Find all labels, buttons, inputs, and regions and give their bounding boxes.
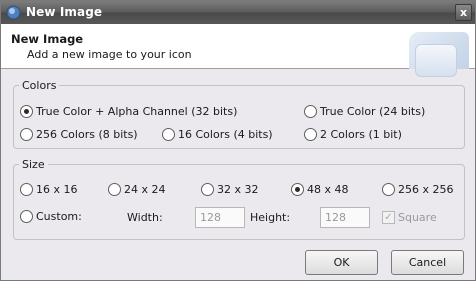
close-button[interactable]: x xyxy=(455,4,472,21)
radio-label: True Color + Alpha Channel (32 bits) xyxy=(36,105,238,118)
radio-size-256[interactable]: 256 x 256 xyxy=(382,183,454,196)
radio-16-colors[interactable]: 16 Colors (4 bits) xyxy=(162,128,273,141)
radio-label: 16 Colors (4 bits) xyxy=(178,128,273,141)
width-input[interactable] xyxy=(195,207,245,228)
radio-button[interactable] xyxy=(20,210,33,223)
radio-button-checked[interactable] xyxy=(291,183,304,196)
radio-size-24[interactable]: 24 x 24 xyxy=(108,183,166,196)
radio-label: Custom: xyxy=(36,210,82,223)
header-subtitle: Add a new image to your icon xyxy=(27,48,192,61)
radio-2-colors[interactable]: 2 Colors (1 bit) xyxy=(304,128,402,141)
radio-button[interactable] xyxy=(304,128,317,141)
radio-button[interactable] xyxy=(20,128,33,141)
radio-button[interactable] xyxy=(304,105,317,118)
close-icon: x xyxy=(459,6,468,19)
title-bar[interactable]: New Image x xyxy=(1,1,475,24)
width-label: Width: xyxy=(127,211,163,224)
header-title: New Image xyxy=(11,32,84,46)
icon-preview-graphic xyxy=(415,44,457,77)
window-title: New Image xyxy=(26,5,103,19)
new-image-dialog: New Image x New Image Add a new image to… xyxy=(0,0,476,281)
radio-true-color-alpha[interactable]: True Color + Alpha Channel (32 bits) xyxy=(20,105,237,118)
square-label: Square xyxy=(398,211,437,224)
radio-label: 256 Colors (8 bits) xyxy=(36,128,138,141)
radio-label: 2 Colors (1 bit) xyxy=(320,128,402,141)
size-legend: Size xyxy=(22,158,45,171)
ok-button[interactable]: OK xyxy=(305,250,378,275)
radio-button[interactable] xyxy=(20,183,33,196)
radio-button-checked[interactable] xyxy=(20,105,33,118)
radio-button[interactable] xyxy=(382,183,395,196)
radio-button[interactable] xyxy=(201,183,214,196)
radio-button[interactable] xyxy=(162,128,175,141)
radio-256-colors[interactable]: 256 Colors (8 bits) xyxy=(20,128,138,141)
checkbox-box[interactable]: ✓ xyxy=(382,211,395,224)
height-input[interactable] xyxy=(320,207,370,228)
header-graphic xyxy=(409,32,469,77)
radio-label: 32 x 32 xyxy=(217,183,259,196)
radio-size-32[interactable]: 32 x 32 xyxy=(201,183,259,196)
square-checkbox[interactable]: ✓ Square xyxy=(382,211,437,224)
radio-size-custom[interactable]: Custom: xyxy=(20,210,82,223)
dialog-header: New Image Add a new image to your icon xyxy=(1,24,475,77)
cancel-button[interactable]: Cancel xyxy=(391,250,464,275)
radio-true-color-24[interactable]: True Color (24 bits) xyxy=(304,105,425,118)
radio-label: 256 x 256 xyxy=(398,183,454,196)
radio-label: True Color (24 bits) xyxy=(320,105,426,118)
app-icon xyxy=(6,5,21,20)
radio-size-16[interactable]: 16 x 16 xyxy=(20,183,78,196)
radio-button[interactable] xyxy=(108,183,121,196)
radio-label: 24 x 24 xyxy=(124,183,166,196)
radio-label: 48 x 48 xyxy=(307,183,349,196)
height-label: Height: xyxy=(250,211,291,224)
radio-label: 16 x 16 xyxy=(36,183,78,196)
colors-legend: Colors xyxy=(22,79,57,92)
radio-size-48[interactable]: 48 x 48 xyxy=(291,183,349,196)
